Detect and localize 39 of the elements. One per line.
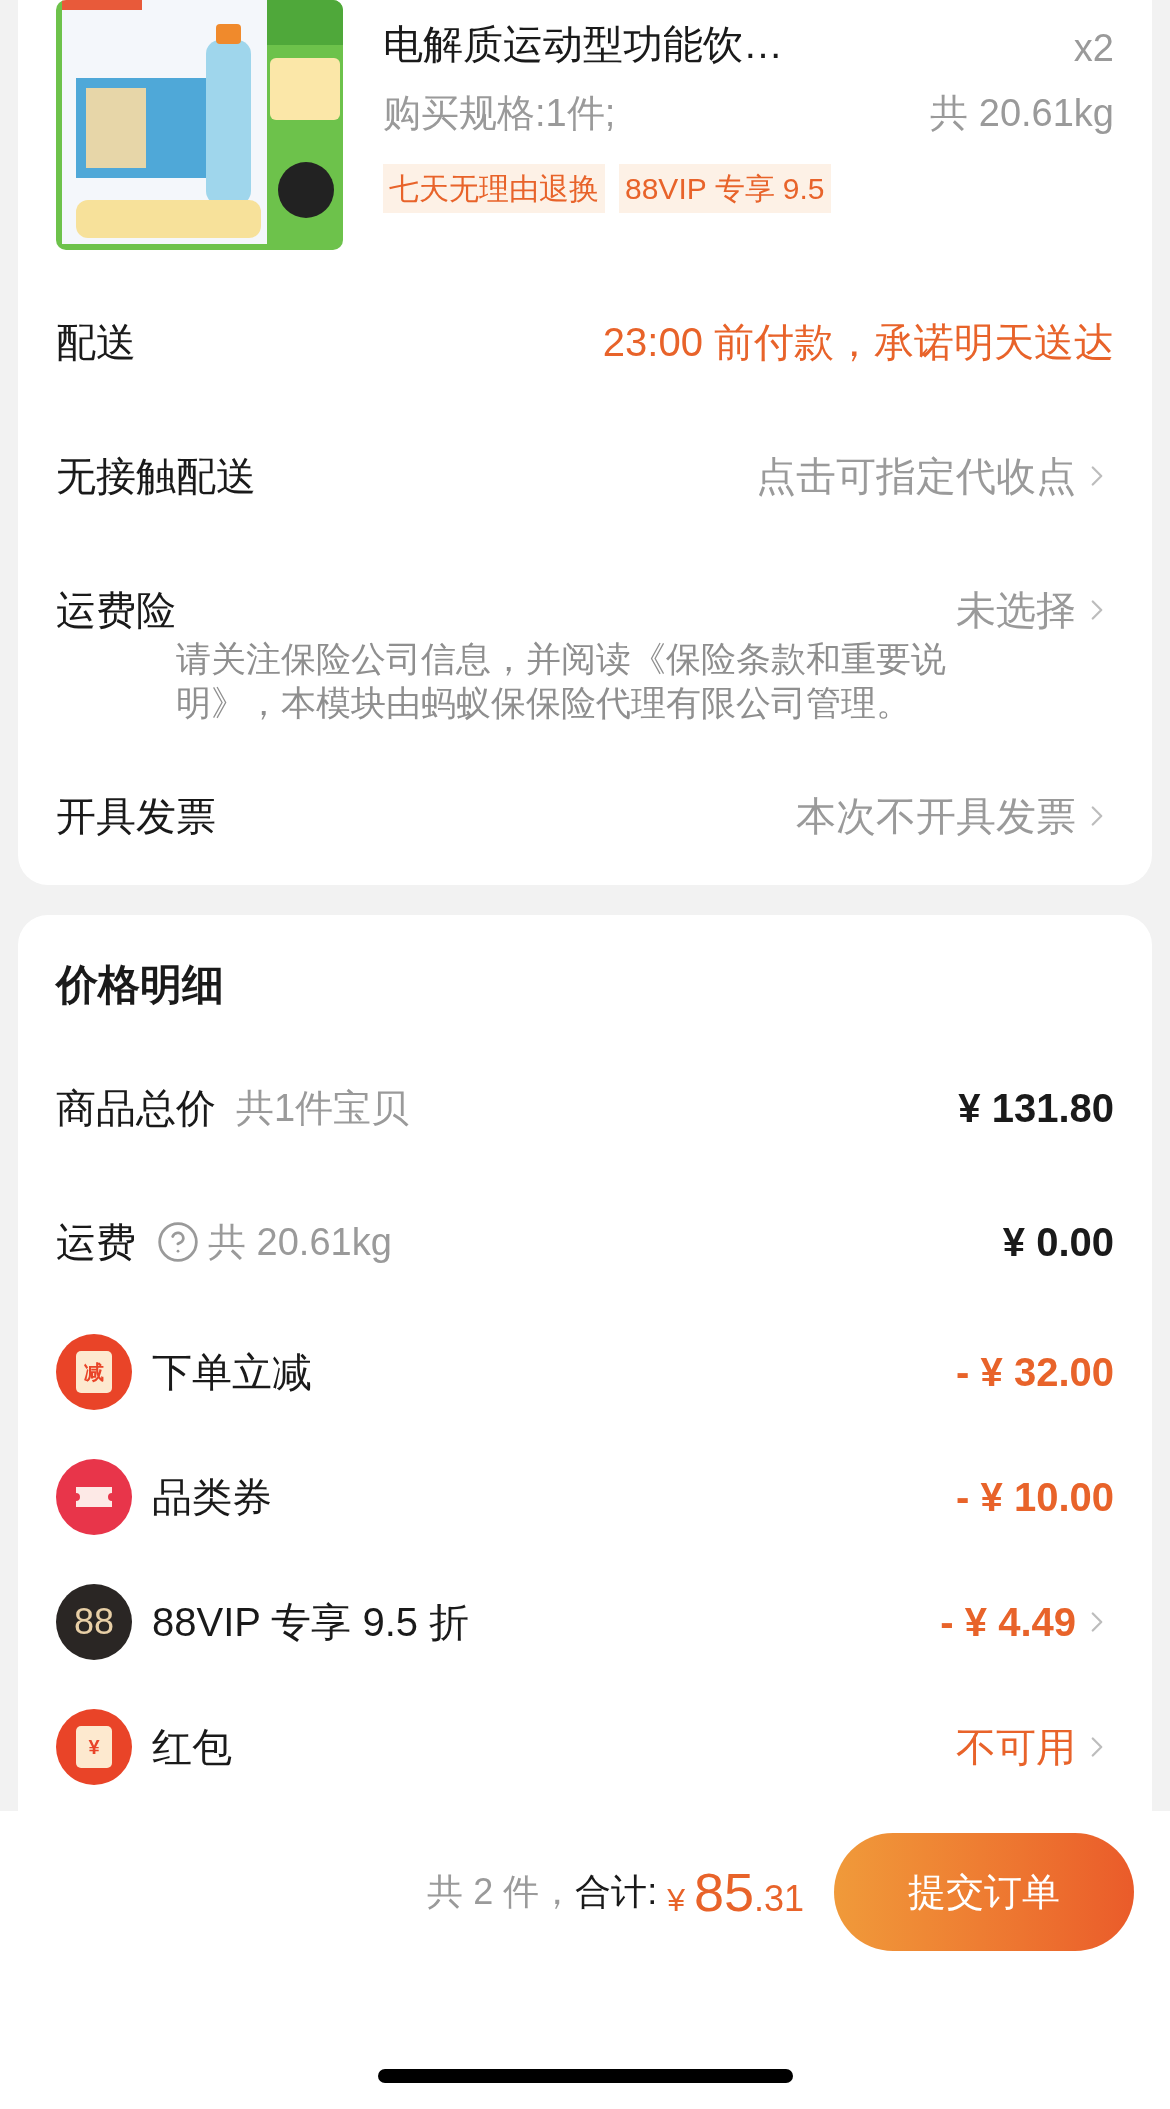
row-label: 运费险 <box>56 587 176 634</box>
price-label: 商品总价 <box>56 1085 216 1132</box>
price-value: - ¥ 4.49 <box>940 1598 1076 1646</box>
row-value[interactable]: 点击可指定代收点 <box>756 446 1076 506</box>
item-count: 共 2 件， <box>427 1870 576 1914</box>
price-value: ¥ 131.80 <box>958 1085 1114 1132</box>
total-label: 合计: <box>575 1870 658 1914</box>
row-label: 开具发票 <box>56 793 216 840</box>
price-label: 88VIP 专享 9.5 折 <box>152 1598 470 1646</box>
product-quantity: x2 <box>1073 26 1114 71</box>
ticket-icon <box>56 1458 132 1535</box>
price-value: - ¥ 10.00 <box>956 1473 1114 1521</box>
price-value: 不可用 <box>956 1723 1076 1771</box>
product-tag: 七天无理由退换 <box>383 164 605 213</box>
row-value[interactable]: 本次不开具发票 <box>796 786 1076 846</box>
price-label: 运费 <box>56 1219 136 1266</box>
section-title: 价格明细 <box>56 959 225 1010</box>
row-value[interactable]: 未选择 <box>956 580 1076 640</box>
price-label: 红包 <box>152 1723 232 1771</box>
row-value: 23:00 前付款，承诺明天送达 <box>602 319 1114 366</box>
submit-order-button[interactable]: 提交订单 <box>834 1833 1134 1951</box>
product-tag: 88VIP 专享 9.5 <box>619 164 831 213</box>
price-label: 品类券 <box>152 1473 272 1521</box>
product-title[interactable]: 电解质运动型功能饮… <box>383 20 783 68</box>
price-value: - ¥ 32.00 <box>956 1348 1114 1396</box>
price-sub: 共1件宝贝 <box>236 1085 410 1131</box>
help-icon[interactable] <box>156 1220 200 1264</box>
vip-badge: 88 <box>56 1583 132 1660</box>
row-label: 配送 <box>56 319 136 366</box>
row-label: 无接触配送 <box>56 453 256 500</box>
total-price: ¥ 85.31 <box>667 1860 804 1924</box>
price-label: 下单立减 <box>152 1348 312 1396</box>
product-weight: 共 20.61kg <box>930 91 1114 136</box>
insurance-note: 请关注保险公司信息，并阅读《保险条款和重要说明》，本模块由蚂蚁保保险代理有限公司管理。 <box>175 638 947 724</box>
product-spec: 购买规格:1件; <box>383 91 616 136</box>
envelope-icon: ¥ <box>56 1708 132 1785</box>
price-sub: 共 20.61kg <box>208 1219 392 1265</box>
price-value: ¥ 0.00 <box>1002 1219 1114 1266</box>
envelope-icon: 减 <box>56 1333 132 1410</box>
